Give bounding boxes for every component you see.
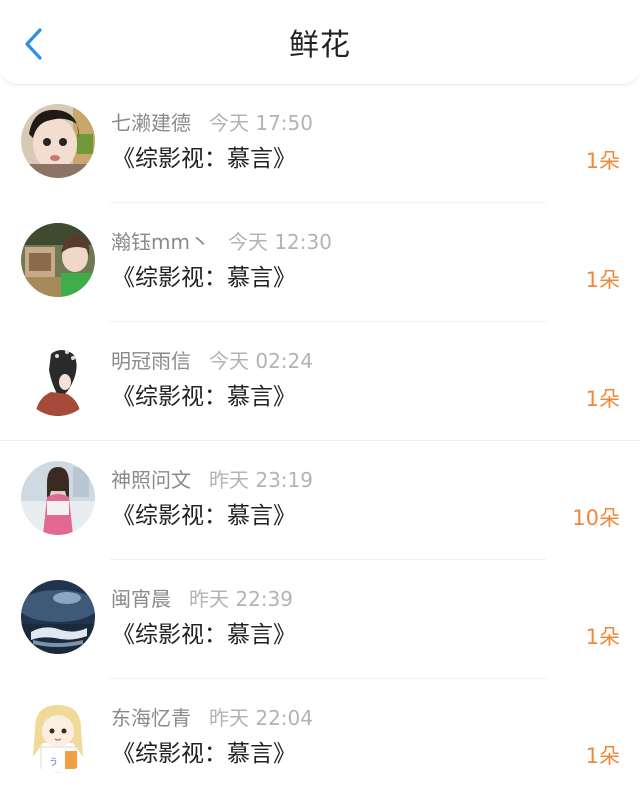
gift-time: 今天 12:30 — [227, 230, 332, 254]
top-bar: 鲜花 — [0, 0, 640, 85]
gift-time: 昨天 23:19 — [209, 468, 313, 492]
avatar[interactable] — [21, 580, 95, 654]
sender-name-row: 瀚钰mm丶 今天 12:30 — [111, 229, 332, 255]
list-item[interactable]: 明冠雨信 今天 02:24 《综影视：慕言》 1朵 — [0, 322, 640, 441]
avatar[interactable]: う — [21, 699, 95, 773]
book-title: 《综影视：慕言》 — [112, 622, 296, 648]
list-item[interactable]: 闽宵晨 昨天 22:39 《综影视：慕言》 1朵 — [0, 560, 640, 679]
avatar[interactable] — [21, 223, 95, 297]
list-item[interactable]: 七濑建德 今天 17:50 《综影视：慕言》 1朵 — [0, 84, 640, 203]
avatar[interactable] — [21, 342, 95, 416]
sender-name: 东海忆青 — [111, 706, 191, 730]
flower-count: 1朵 — [585, 744, 620, 768]
flower-count: 10朵 — [572, 506, 620, 530]
sender-name-row: 闽宵晨 昨天 22:39 — [111, 586, 293, 612]
svg-text:う: う — [49, 757, 58, 768]
flower-count: 1朵 — [585, 268, 620, 292]
sender-name: 瀚钰mm丶 — [111, 230, 210, 254]
book-title: 《综影视：慕言》 — [112, 384, 296, 410]
list-item[interactable]: 瀚钰mm丶 今天 12:30 《综影视：慕言》 1朵 — [0, 203, 640, 322]
gift-time: 昨天 22:39 — [189, 587, 293, 611]
sender-name-row: 明冠雨信 今天 02:24 — [111, 348, 313, 374]
flower-gift-list: 七濑建德 今天 17:50 《综影视：慕言》 1朵 瀚钰mm丶 今天 12:30… — [0, 84, 640, 798]
book-title: 《综影视：慕言》 — [112, 503, 296, 529]
flower-count: 1朵 — [585, 149, 620, 173]
sender-name: 神照问文 — [111, 468, 191, 492]
gift-time: 昨天 22:04 — [209, 706, 313, 730]
book-title: 《综影视：慕言》 — [112, 265, 296, 291]
list-item[interactable]: 神照问文 昨天 23:19 《综影视：慕言》 10朵 — [0, 441, 640, 560]
avatar[interactable] — [21, 461, 95, 535]
list-item[interactable]: う 东海忆青 昨天 22:04 《综影视：慕言》 1朵 — [0, 679, 640, 798]
flower-count: 1朵 — [585, 387, 620, 411]
sender-name: 明冠雨信 — [111, 349, 191, 373]
book-title: 《综影视：慕言》 — [112, 741, 296, 767]
flower-list-screen: 鲜花 七濑建德 今天 17:50 《综影视：慕言》 1朵 瀚钰mm丶 今天 12… — [0, 0, 640, 798]
sender-name-row: 七濑建德 今天 17:50 — [111, 110, 313, 136]
sender-name-row: 东海忆青 昨天 22:04 — [111, 705, 313, 731]
sender-name: 闽宵晨 — [111, 587, 171, 611]
gift-time: 今天 02:24 — [209, 349, 313, 373]
gift-time: 今天 17:50 — [209, 111, 313, 135]
avatar[interactable] — [21, 104, 95, 178]
flower-count: 1朵 — [585, 625, 620, 649]
sender-name-row: 神照问文 昨天 23:19 — [111, 467, 313, 493]
book-title: 《综影视：慕言》 — [112, 146, 296, 172]
page-title: 鲜花 — [289, 28, 351, 63]
sender-name: 七濑建德 — [111, 111, 191, 135]
